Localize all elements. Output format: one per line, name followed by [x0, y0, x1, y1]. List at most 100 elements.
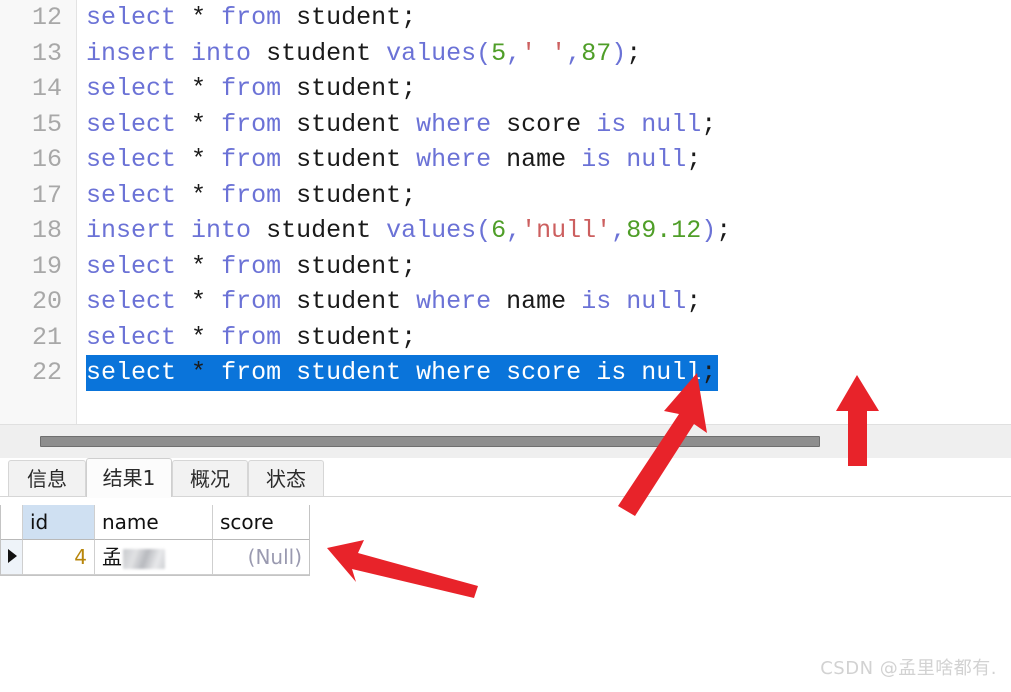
code-line-16[interactable]: 16 select * from student where name is nu… — [0, 142, 1011, 178]
code-line-20[interactable]: 20 select * from student where name is nu… — [0, 284, 1011, 320]
token-op — [176, 145, 191, 174]
code-text: select * from student where score is nul… — [86, 355, 719, 391]
tabbar-active-gap — [87, 496, 171, 498]
tab-2[interactable]: 结果1 — [86, 458, 172, 497]
token-op: ; — [701, 358, 717, 387]
tab-3[interactable]: 概况 — [172, 460, 248, 497]
token-kw: values — [386, 216, 477, 245]
token-kw: select — [86, 358, 177, 387]
token-op — [581, 358, 596, 387]
token-num: 5 — [491, 38, 507, 68]
token-op — [206, 358, 221, 387]
token-kw: is — [581, 145, 612, 174]
arrow-to-null-cell — [327, 540, 478, 598]
row-selector-cell[interactable] — [1, 540, 23, 575]
code-line-22[interactable]: 22 select * from student where score is n… — [0, 355, 1011, 391]
cell-id[interactable]: 4 — [23, 540, 95, 575]
token-op: * — [191, 358, 207, 387]
cell-score[interactable]: (Null) — [213, 540, 309, 575]
column-header-name[interactable]: name — [95, 505, 213, 540]
token-id: student — [296, 251, 402, 281]
code-text: insert into student values(5,' ',87); — [86, 36, 641, 72]
token-op — [176, 3, 191, 32]
token-op — [206, 3, 221, 32]
editor-horizontal-scrollbar[interactable] — [0, 424, 1011, 459]
query-result-grid[interactable]: id name score 4 孟 (Null) — [0, 505, 310, 576]
token-id: student — [296, 322, 402, 352]
token-op: * — [191, 3, 207, 32]
token-op — [401, 110, 416, 139]
token-kw: where — [416, 358, 492, 387]
token-op: ; — [401, 74, 417, 103]
token-op — [281, 287, 296, 316]
code-line-17[interactable]: 17 select * from student; — [0, 178, 1011, 214]
code-line-12[interactable]: 12 select * from student; — [0, 0, 1011, 36]
scrollbar-thumb[interactable] — [40, 436, 820, 447]
token-op: ; — [401, 3, 417, 32]
token-op — [626, 358, 641, 387]
token-op — [491, 145, 506, 174]
token-pun: ( — [476, 38, 492, 68]
token-op — [491, 110, 506, 139]
token-id: score — [506, 358, 582, 387]
result-panel-tabbar[interactable]: 信息 结果1 概况 状态 — [0, 458, 1011, 497]
token-id: student — [266, 38, 372, 68]
column-header-score[interactable]: score — [213, 505, 309, 540]
token-op: ; — [686, 287, 702, 316]
token-op: ; — [686, 145, 702, 174]
code-line-13[interactable]: 13 insert into student values(5,' ',87); — [0, 36, 1011, 72]
token-kw: from — [221, 287, 282, 316]
code-line-18[interactable]: 18 insert into student values(6,'null',89… — [0, 213, 1011, 249]
line-number: 16 — [31, 145, 62, 174]
token-op — [371, 216, 386, 245]
token-op — [176, 181, 191, 210]
token-op — [206, 74, 221, 103]
token-op: ; — [401, 180, 417, 210]
token-kw: from — [221, 74, 282, 103]
code-line-15[interactable]: 15 select * from student where score is n… — [0, 107, 1011, 143]
token-op: ; — [626, 38, 642, 68]
token-id: student — [296, 3, 402, 32]
token-pun: , — [506, 216, 522, 245]
token-op — [206, 287, 221, 316]
token-kw: select — [86, 145, 177, 174]
code-text: select * from student where score is nul… — [86, 107, 716, 143]
csdn-watermark: CSDN @孟里啥都有. — [820, 658, 997, 679]
token-op — [206, 323, 221, 352]
token-op — [281, 252, 296, 281]
token-kw: null — [641, 109, 702, 139]
token-op: ; — [701, 109, 717, 139]
line-number: 19 — [31, 251, 62, 281]
line-number: 21 — [31, 322, 62, 352]
tab-1[interactable]: 信息 — [8, 460, 86, 497]
token-op: * — [191, 74, 207, 103]
token-kw: select — [86, 109, 177, 139]
column-header-id[interactable]: id — [23, 505, 95, 540]
token-kw: is — [596, 109, 627, 139]
table-row[interactable]: 4 孟 (Null) — [1, 540, 309, 575]
token-id: student — [296, 74, 402, 103]
token-kw: select — [86, 3, 177, 32]
tab-4[interactable]: 状态 — [248, 460, 324, 497]
line-number: 22 — [31, 358, 62, 387]
line-number: 18 — [31, 216, 62, 245]
token-op — [281, 3, 296, 32]
code-line-14[interactable]: 14 select * from student; — [0, 71, 1011, 107]
token-kw: is — [596, 358, 627, 387]
code-line-19[interactable]: 19 select * from student; — [0, 249, 1011, 285]
sql-editor[interactable]: 12 select * from student; 13 insert into st… — [0, 0, 1011, 424]
token-op — [176, 216, 191, 245]
token-id: score — [506, 109, 582, 139]
code-line-list[interactable]: 12 select * from student; 13 insert into st… — [0, 0, 1011, 391]
code-line-21[interactable]: 21 select * from student; — [0, 320, 1011, 356]
token-op — [281, 358, 296, 387]
row-marker-triangle-icon — [8, 549, 17, 563]
grid-header-row: id name score — [1, 505, 309, 540]
token-op — [176, 74, 191, 103]
token-op — [626, 110, 641, 139]
token-kw: select — [86, 180, 177, 210]
cell-name[interactable]: 孟 — [95, 540, 213, 575]
token-id: name — [506, 145, 567, 174]
token-op: ; — [401, 322, 417, 352]
token-kw: where — [416, 109, 492, 139]
